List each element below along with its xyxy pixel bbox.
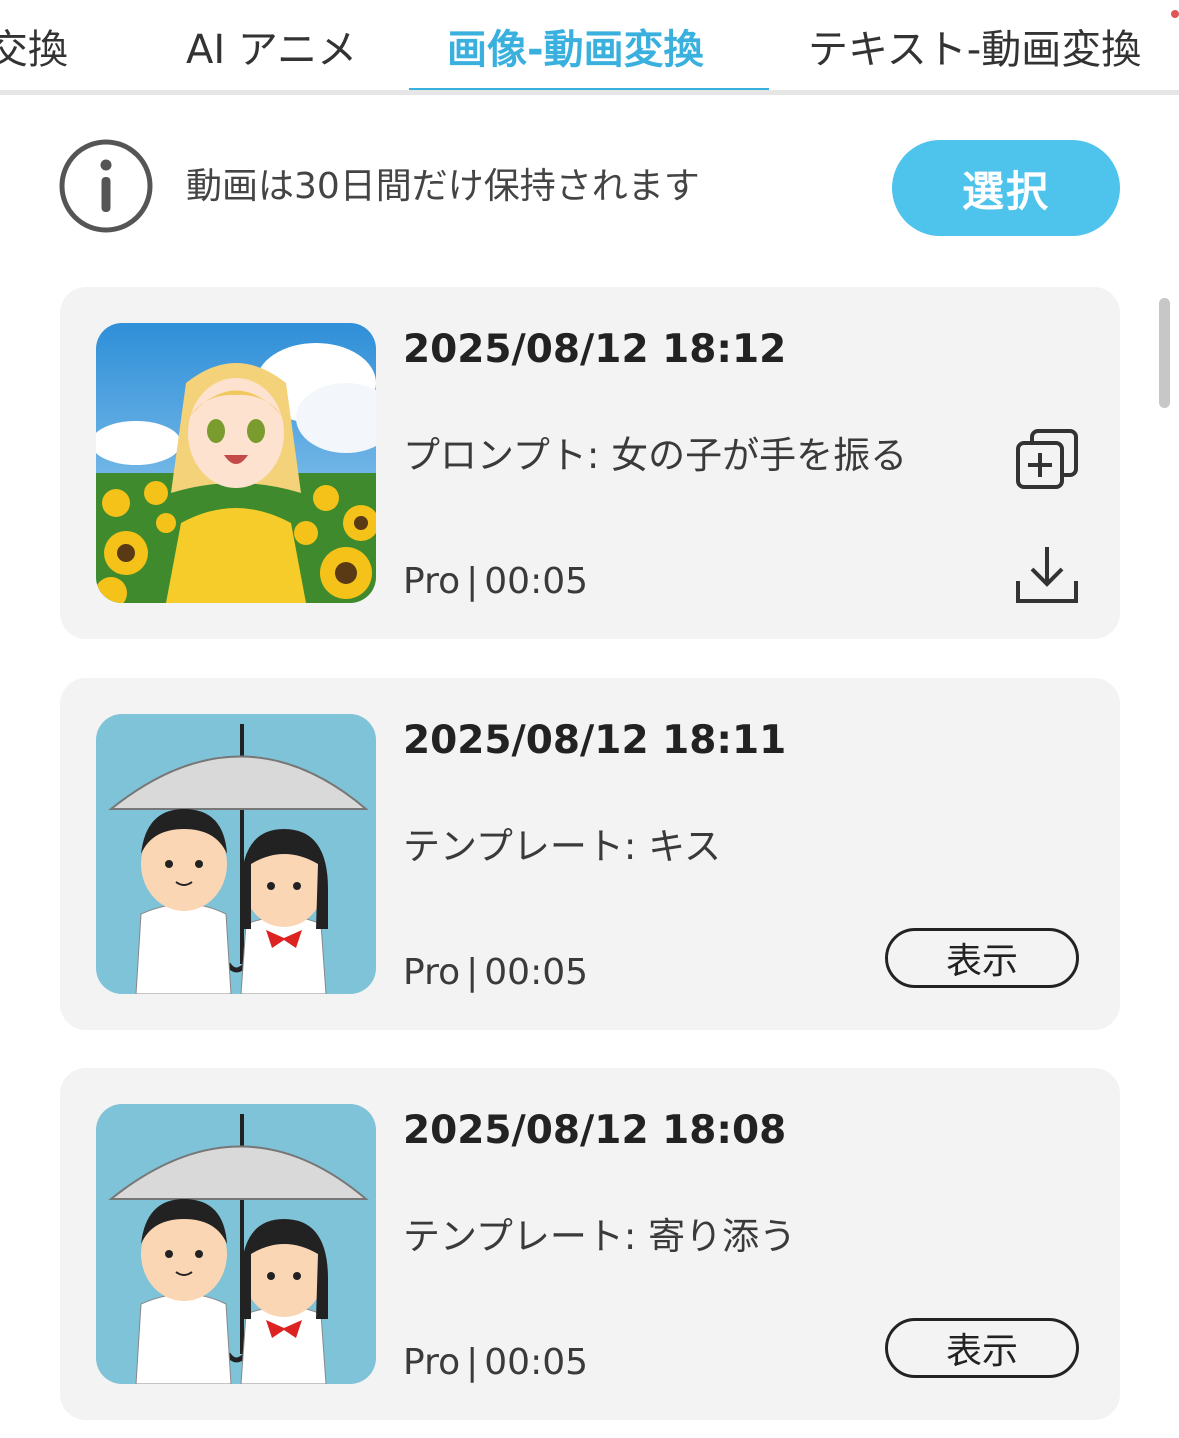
video-date: 2025/08/12 18:08 bbox=[403, 1108, 787, 1153]
video-prompt: プロンプト: 女の子が手を振る bbox=[403, 434, 908, 477]
tab-image-to-video[interactable]: 画像-動画変換 bbox=[447, 22, 704, 78]
view-button[interactable]: 表示 bbox=[885, 1318, 1079, 1378]
duration: 00:05 bbox=[484, 561, 589, 602]
plan-label: Pro bbox=[403, 561, 461, 602]
tab-bar: 顔交換 AI アニメ 画像-動画変換 テキスト-動画変換 bbox=[0, 0, 1179, 95]
couple-umbrella-thumbnail bbox=[96, 1104, 376, 1384]
tab-text-to-video[interactable]: テキスト-動画変換 bbox=[808, 22, 1141, 78]
meta-separator: | bbox=[466, 1342, 479, 1383]
video-meta: Pro | 00:05 bbox=[403, 1338, 588, 1388]
tab-ai-anime[interactable]: AI アニメ bbox=[186, 22, 357, 78]
video-template: テンプレート: キス bbox=[403, 825, 722, 868]
video-thumbnail[interactable] bbox=[96, 714, 376, 994]
scrollbar[interactable] bbox=[1159, 298, 1170, 408]
meta-separator: | bbox=[466, 561, 479, 602]
download-icon[interactable] bbox=[1012, 541, 1082, 611]
video-item[interactable]: 2025/08/12 18:11 テンプレート: キス Pro | 00:05 表示 bbox=[60, 678, 1120, 1030]
active-tab-indicator bbox=[409, 88, 769, 90]
plan-label: Pro bbox=[403, 952, 461, 993]
video-date: 2025/08/12 18:11 bbox=[403, 718, 787, 763]
video-date: 2025/08/12 18:12 bbox=[403, 327, 787, 372]
info-icon bbox=[59, 139, 153, 233]
video-meta: Pro | 00:05 bbox=[403, 557, 588, 607]
duration: 00:05 bbox=[484, 1342, 589, 1383]
video-item[interactable]: 2025/08/12 18:12 プロンプト: 女の子が手を振る Pro | 00:… bbox=[60, 287, 1120, 639]
retention-notice: 動画は30日間だけ保持されます bbox=[186, 166, 700, 207]
video-thumbnail[interactable] bbox=[96, 323, 376, 603]
couple-umbrella-thumbnail bbox=[96, 714, 376, 994]
video-item[interactable]: 2025/08/12 18:08 テンプレート: 寄り添う Pro | 00:05 … bbox=[60, 1068, 1120, 1420]
video-thumbnail[interactable] bbox=[96, 1104, 376, 1384]
anime-girl-thumbnail bbox=[96, 323, 376, 603]
select-button[interactable]: 選択 bbox=[892, 140, 1120, 236]
plan-label: Pro bbox=[403, 1342, 461, 1383]
video-meta: Pro | 00:05 bbox=[403, 948, 588, 998]
notification-dot bbox=[1171, 10, 1179, 18]
tab-face-swap[interactable]: 顔交換 bbox=[0, 22, 68, 78]
meta-separator: | bbox=[466, 952, 479, 993]
duration: 00:05 bbox=[484, 952, 589, 993]
add-copy-icon[interactable] bbox=[1012, 425, 1082, 495]
video-template: テンプレート: 寄り添う bbox=[403, 1215, 797, 1258]
view-button[interactable]: 表示 bbox=[885, 928, 1079, 988]
